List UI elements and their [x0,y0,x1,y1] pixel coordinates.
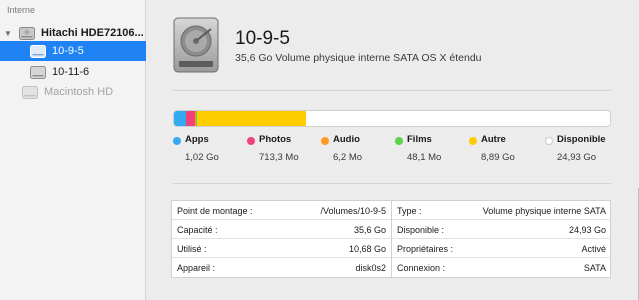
sidebar-item-volume-unmounted[interactable]: Macintosh HD [0,82,146,102]
legend-label: Apps [185,134,209,145]
info-value: 10,68 Go [348,244,386,254]
main-panel: 10-9-5 35,6 Go Volume physique interne S… [147,0,639,300]
info-value: Volume physique interne SATA [482,206,606,216]
info-key: Utilisé : [177,244,207,254]
info-row: Disponible : 24,93 Go [392,220,611,239]
legend-value: 1,02 Go [185,152,219,163]
info-value: 24,93 Go [568,225,606,235]
usage-segment-apps [174,111,187,126]
legend-label: Films [407,134,432,145]
legend-dot-icon [469,137,477,145]
info-row: Utilisé : 10,68 Go [172,239,391,258]
sidebar-disk-label: Hitachi HDE72106... [41,27,144,39]
sidebar-item-volume-selected[interactable]: 10-9-5 [0,41,146,61]
info-column-right: Type : Volume physique interne SATA Dispon… [392,201,612,277]
info-value: Activé [581,244,606,254]
info-value: /Volumes/10-9-5 [320,206,386,216]
info-row: Appareil : disk0s2 [172,258,391,277]
info-key: Propriétaires : [397,244,454,254]
divider [173,90,611,91]
sidebar-item-disk[interactable]: ▼ Hitachi HDE72106... [0,23,146,43]
legend-dot-icon [395,137,403,145]
info-row: Capacité : 35,6 Go [172,220,391,239]
info-value: 35,6 Go [353,225,386,235]
info-key: Appareil : [177,263,216,273]
disclosure-triangle-icon[interactable]: ▼ [3,29,13,38]
usage-segment-autre [197,111,306,126]
info-value: SATA [583,263,606,273]
sidebar-volume-label: 10-11-6 [52,66,90,78]
divider [173,183,611,184]
legend-value: 24,93 Go [557,152,597,163]
info-key: Capacité : [177,225,218,235]
hard-drive-icon [173,17,219,73]
legend-dot-icon [545,137,553,145]
volume-icon [22,85,38,99]
legend-label: Autre [481,134,506,145]
legend-dot-icon [247,137,255,145]
usage-segment-photos [186,111,196,126]
volume-info-table: Point de montage : /Volumes/10-9-5 Capacit… [171,200,611,278]
info-key: Point de montage : [177,206,253,216]
info-row: Connexion : SATA [392,258,611,277]
legend-dot-icon [173,137,181,145]
info-row: Point de montage : /Volumes/10-9-5 [172,201,391,220]
info-column-left: Point de montage : /Volumes/10-9-5 Capacit… [172,201,392,277]
legend-value: 48,1 Mo [407,152,442,163]
legend-label: Photos [259,134,292,145]
legend-value: 8,89 Go [481,152,515,163]
legend-label: Audio [333,134,360,145]
legend-value: 713,3 Mo [259,152,299,163]
hard-drive-icon [19,26,35,40]
legend-label: Disponible [557,134,606,145]
volume-icon [30,65,46,79]
sidebar-item-volume[interactable]: 10-11-6 [0,62,146,82]
volume-title: 10-9-5 [235,28,290,49]
sidebar: Interne ▼ Hitachi HDE72106... 10-9-5 10-… [0,0,146,300]
info-key: Connexion : [397,263,446,273]
sidebar-volume-label: 10-9-5 [52,45,84,57]
info-row: Propriétaires : Activé [392,239,611,258]
info-value: disk0s2 [355,263,386,273]
usage-segment-disponible [305,111,610,126]
volume-subtitle: 35,6 Go Volume physique interne SATA OS … [235,52,482,64]
legend-value: 6,2 Mo [333,152,363,163]
info-key: Disponible : [397,225,445,235]
info-row: Type : Volume physique interne SATA [392,201,611,220]
storage-usage-bar [173,110,611,127]
info-key: Type : [397,206,422,216]
volume-icon [30,44,46,58]
sidebar-section-label: Interne [7,5,36,15]
sidebar-volume-label: Macintosh HD [44,86,114,98]
legend-dot-icon [321,137,329,145]
